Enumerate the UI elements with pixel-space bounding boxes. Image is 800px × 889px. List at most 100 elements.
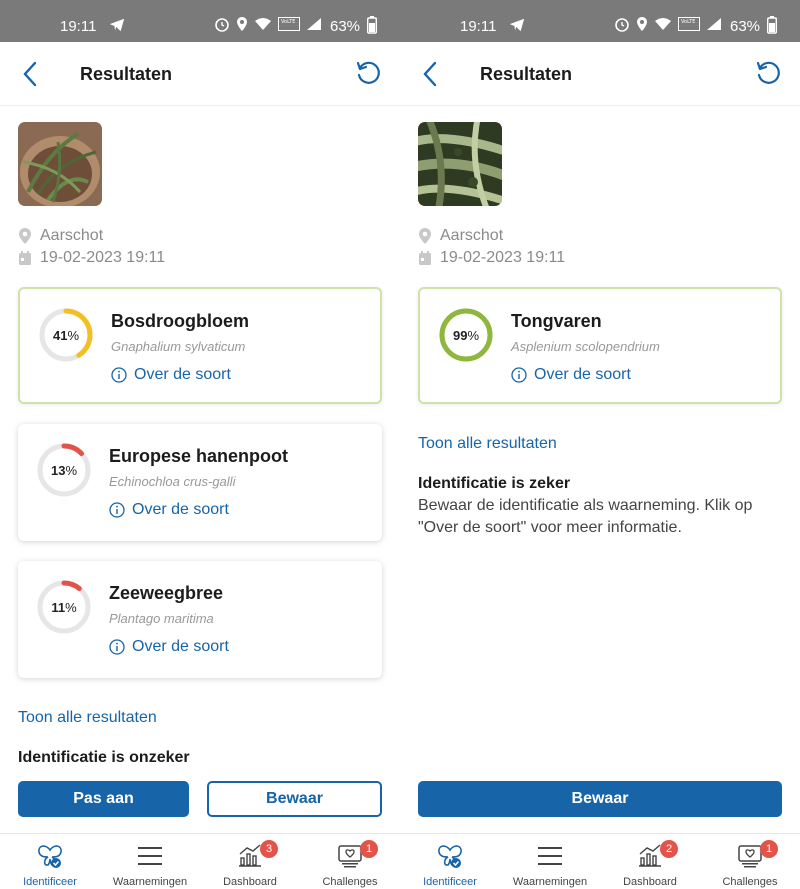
photo-thumbnail[interactable] — [18, 122, 102, 206]
nav-identify[interactable]: Identificeer — [400, 834, 500, 889]
telegram-icon — [509, 18, 525, 32]
nav-observations[interactable]: Waarnemingen — [500, 834, 600, 889]
nav-identify[interactable]: Identificeer — [0, 834, 100, 889]
species-latin: Asplenium scolopendrium — [511, 339, 660, 354]
dashboard-badge: 3 — [260, 840, 278, 858]
result-card[interactable]: 13% Europese hanenpoot Echinochloa crus-… — [18, 424, 382, 541]
about-species-label: Over de soort — [134, 366, 231, 383]
alarm-icon — [215, 18, 229, 32]
result-card[interactable]: 11% Zeeweegbree Plantago maritima Over d… — [18, 561, 382, 678]
nav-label: Waarnemingen — [112, 876, 188, 888]
signal-icon — [707, 18, 721, 30]
location-icon — [637, 17, 647, 31]
result-card[interactable]: 99% Tongvaren Asplenium scolopendrium Ov… — [418, 287, 782, 404]
datetime-text: 19-02-2023 19:11 — [40, 249, 166, 266]
species-name: Tongvaren — [511, 311, 602, 331]
date-row: 19-02-2023 19:11 — [18, 249, 165, 267]
species-latin: Echinochloa crus-galli — [109, 474, 236, 489]
battery-icon — [367, 16, 377, 34]
location-text: Aarschot — [440, 227, 504, 244]
screen-right: 19:11 VoLTE 63% Resultaten Aarschot 19-0… — [400, 0, 800, 889]
species-name: Europese hanenpoot — [109, 446, 289, 466]
explanation-line: "Over de soort" voor meer informatie. — [418, 519, 682, 536]
confidence-value: 41 — [52, 327, 68, 343]
show-all-results-link[interactable]: Toon alle resultaten — [18, 709, 157, 727]
nav-label: Identificeer — [23, 876, 77, 888]
svg-text:VoLTE: VoLTE — [281, 19, 295, 25]
photo-thumbnail[interactable] — [418, 122, 502, 206]
nav-challenges[interactable]: 1 Challenges — [300, 834, 400, 889]
location-pin-icon — [419, 228, 431, 244]
info-icon — [109, 502, 125, 518]
challenges-badge: 1 — [360, 840, 378, 858]
about-species-link[interactable]: Over de soort — [109, 501, 229, 519]
save-button[interactable]: Bewaar — [418, 781, 782, 817]
location-row: Aarschot — [418, 227, 503, 245]
about-species-label: Over de soort — [534, 366, 631, 383]
nav-label: Challenges — [722, 876, 778, 888]
battery-icon — [767, 16, 777, 34]
nav-label: Challenges — [322, 876, 378, 888]
status-time: 19:11 — [60, 18, 97, 35]
alarm-icon — [615, 18, 629, 32]
confidence-value: 11 — [51, 599, 66, 615]
species-latin: Gnaphalium sylvaticum — [111, 339, 246, 354]
nav-label: Dashboard — [223, 876, 277, 888]
butterfly-icon — [438, 845, 462, 868]
calendar-icon — [19, 251, 31, 265]
info-icon — [111, 367, 127, 383]
nav-label: Identificeer — [423, 876, 477, 888]
signal-icon — [307, 18, 321, 30]
wifi-icon — [655, 18, 671, 30]
app-header: Resultaten — [0, 42, 400, 106]
battery-percent: 63% — [730, 18, 761, 35]
percent-sign: % — [65, 599, 77, 615]
page-title: Resultaten — [80, 64, 173, 84]
explanation-line: Bewaar de identificatie als waarneming. … — [418, 497, 753, 514]
wifi-icon — [255, 18, 271, 30]
nav-observations[interactable]: Waarnemingen — [100, 834, 200, 889]
telegram-icon — [109, 18, 125, 32]
about-species-label: Over de soort — [132, 638, 229, 655]
refresh-icon[interactable] — [754, 59, 782, 87]
challenges-badge: 1 — [760, 840, 778, 858]
dashboard-badge: 2 — [660, 840, 678, 858]
percent-sign: % — [67, 327, 80, 343]
location-pin-icon — [19, 228, 31, 244]
show-all-results-link[interactable]: Toon alle resultaten — [418, 435, 557, 453]
volte-icon: VoLTE — [678, 17, 700, 31]
calendar-icon — [419, 251, 431, 265]
nav-challenges[interactable]: 1 Challenges — [700, 834, 800, 889]
save-button[interactable]: Bewaar — [207, 781, 382, 817]
status-bar: 19:11 VoLTE 63% — [0, 0, 400, 42]
about-species-link[interactable]: Over de soort — [109, 638, 229, 656]
confidence-value: 13 — [50, 462, 66, 478]
svg-text:VoLTE: VoLTE — [681, 19, 695, 25]
status-time: 19:11 — [460, 18, 497, 35]
list-icon — [538, 847, 562, 865]
info-icon — [109, 639, 125, 655]
nav-label: Dashboard — [623, 876, 677, 888]
result-card[interactable]: 41% Bosdroogbloem Gnaphalium sylvaticum … — [18, 287, 382, 404]
nav-dashboard[interactable]: 3 Dashboard — [200, 834, 300, 889]
bottom-navigation: Identificeer Waarnemingen 3 Dashboard 1 … — [0, 833, 400, 889]
date-row: 19-02-2023 19:11 — [418, 249, 565, 267]
identification-status: Identificatie is zeker — [418, 475, 571, 492]
nav-dashboard[interactable]: 2 Dashboard — [600, 834, 700, 889]
volte-icon: VoLTE — [278, 17, 300, 31]
battery-percent: 63% — [330, 18, 361, 35]
refresh-icon[interactable] — [354, 59, 382, 87]
app-header: Resultaten — [400, 42, 800, 106]
about-species-link[interactable]: Over de soort — [111, 366, 231, 384]
location-icon — [237, 17, 247, 31]
nav-label: Waarnemingen — [512, 876, 588, 888]
back-icon[interactable] — [420, 60, 440, 88]
percent-sign: % — [65, 462, 78, 478]
about-species-label: Over de soort — [132, 501, 229, 518]
adjust-button[interactable]: Pas aan — [18, 781, 189, 817]
species-name: Bosdroogbloem — [111, 311, 249, 331]
about-species-link[interactable]: Over de soort — [511, 366, 631, 384]
identification-status: Identificatie is onzeker — [18, 749, 190, 766]
info-icon — [511, 367, 527, 383]
back-icon[interactable] — [20, 60, 40, 88]
